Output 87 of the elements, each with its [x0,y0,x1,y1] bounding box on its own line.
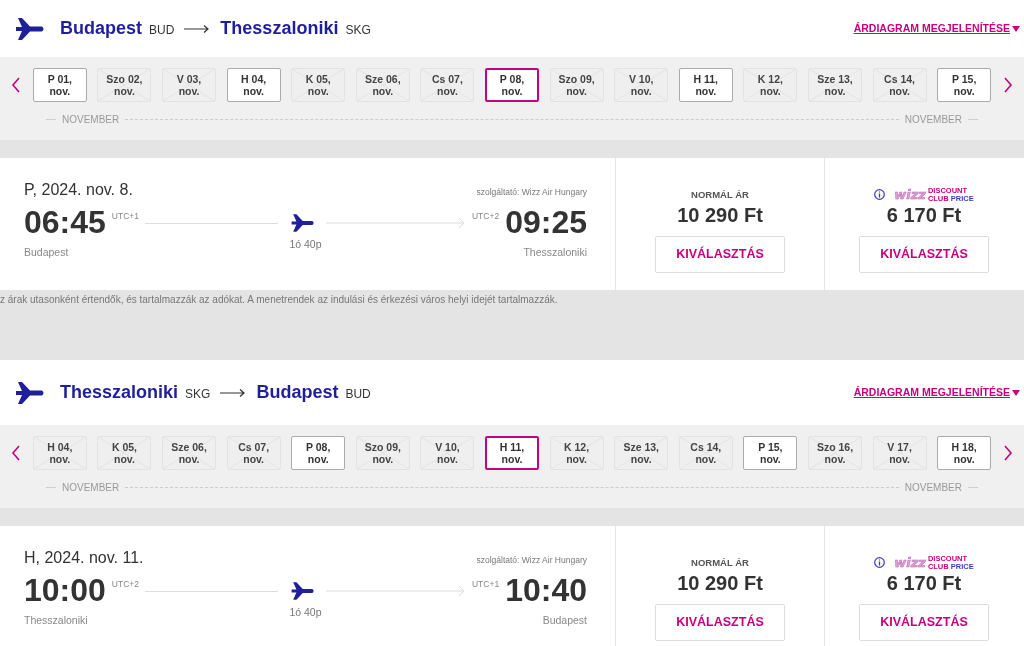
date-button[interactable]: H 11, nov. [485,436,539,470]
date-button[interactable]: V 10, nov. [614,68,669,102]
date-button[interactable]: P 15, nov. [743,436,798,470]
date-button[interactable]: H 04, nov. [32,436,87,470]
info-icon [874,189,886,200]
price-chart-link[interactable]: ÁRDIAGRAM MEGJELENÍTÉSE [853,20,1020,37]
chevron-right-icon[interactable] [1002,77,1013,93]
airport-code: SKG [345,22,371,39]
date-button[interactable]: Cs 07, nov. [420,68,475,102]
date-button[interactable]: Sze 06, nov. [162,436,217,470]
carrier-text: szolgáltató: Wizz Air Hungary [476,554,587,567]
month-label: NOVEMBER [62,113,120,127]
date-button[interactable]: Sze 06, nov. [355,68,410,102]
plane-icon [290,580,314,602]
month-label: NOVEMBER [904,481,962,495]
fare-price: 10 290 Ft [677,203,763,227]
flight-date: P, 2024. nov. 8. [24,180,133,200]
select-button[interactable]: KIVÁLASZTÁS [655,236,785,273]
arrow-line-icon [326,217,466,229]
arrival-city: Thesszaloniki [523,244,587,260]
date-button[interactable]: K 05, nov. [97,436,152,470]
date-button[interactable]: P 08, nov. [485,68,539,102]
fare-price: 10 290 Ft [677,571,763,595]
date-button[interactable]: H 04, nov. [226,68,281,102]
fare-price: 6 170 Ft [886,571,962,595]
fare-note: z árak utasonként értendők, és tartalmazzák az adókat. A menetrendek az indulási és érkezési város helyi idejét tartalmazzák. [0,294,558,305]
date-button[interactable]: K 05, nov. [291,68,346,102]
chevron-left-icon[interactable] [11,77,22,93]
airport-code: BUD [149,22,175,39]
airport-code: BUD [345,386,371,403]
date-button[interactable]: Szo 09, nov. [549,68,604,102]
departure-city: Budapest [24,244,69,260]
fare-price: 6 170 Ft [886,203,962,227]
origin-city: Budapest [60,17,142,40]
fare-label: NORMÁL ÁR [691,556,749,569]
date-button[interactable]: Szo 02, nov. [97,68,152,102]
destination-city: Budapest [256,381,339,404]
info-icon [874,557,886,568]
date-button[interactable]: P 01, nov. [32,68,87,102]
arrow-icon [220,387,247,398]
chevron-right-icon[interactable] [1002,445,1013,461]
airport-code: SKG [185,386,211,403]
price-chart-link[interactable]: ÁRDIAGRAM MEGJELENÍTÉSE [853,384,1020,401]
timezone-label: UTC+2 [472,210,500,223]
date-button[interactable]: H 18, nov. [937,436,992,470]
arrival-time: 09:25 [505,204,587,240]
date-button[interactable]: V 10, nov. [420,436,475,470]
date-button[interactable]: Cs 14, nov. [872,68,927,102]
timezone-label: UTC+1 [472,578,500,591]
date-button[interactable]: H 11, nov. [678,68,733,102]
select-button[interactable]: KIVÁLASZTÁS [859,604,989,641]
date-button[interactable]: Sze 13, nov. [614,436,669,470]
date-button[interactable]: K 12, nov. [743,68,798,102]
month-label: NOVEMBER [904,113,962,127]
date-button[interactable]: Szo 16, nov. [807,436,862,470]
timezone-label: UTC+1 [111,210,139,223]
destination-city: Thesszaloniki [220,17,339,40]
chevron-left-icon[interactable] [11,445,22,461]
select-button[interactable]: KIVÁLASZTÁS [655,604,785,641]
select-button[interactable]: KIVÁLASZTÁS [859,236,989,273]
flight-duration: 1ó 40p [289,237,322,252]
flight-date: H, 2024. nov. 11. [24,548,144,568]
plane-icon [290,212,314,234]
date-button[interactable]: Cs 14, nov. [678,436,733,470]
date-button[interactable]: Szo 09, nov. [355,436,410,470]
arrow-icon [184,23,211,34]
caret-down-icon [1012,25,1020,32]
departure-time: 06:45 [24,204,106,240]
date-button[interactable]: V 03, nov. [162,68,217,102]
fare-label: NORMÁL ÁR [691,188,749,201]
departure-time: 10:00 [24,572,106,608]
month-label: NOVEMBER [62,481,120,495]
caret-down-icon [1012,389,1020,396]
flight-duration: 1ó 40p [289,605,322,620]
departure-city: Thesszaloniki [24,612,88,628]
origin-city: Thesszaloniki [60,381,179,404]
arrival-city: Budapest [542,612,587,628]
timezone-label: UTC+2 [111,578,139,591]
date-button[interactable]: Cs 07, nov. [226,436,281,470]
date-button[interactable]: Sze 13, nov. [807,68,862,102]
date-button[interactable]: P 15, nov. [937,68,992,102]
carrier-text: szolgáltató: Wizz Air Hungary [476,186,587,199]
arrival-time: 10:40 [505,572,587,608]
date-button[interactable]: V 17, nov. [872,436,927,470]
date-button[interactable]: P 08, nov. [291,436,346,470]
date-button[interactable]: K 12, nov. [549,436,604,470]
arrow-line-icon [326,585,466,597]
